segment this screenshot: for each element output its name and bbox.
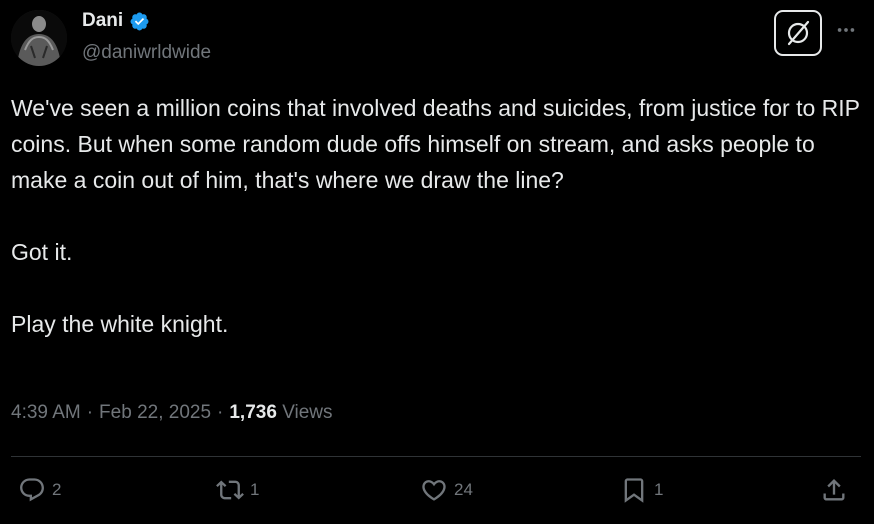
repost-icon [216, 480, 244, 500]
tweet-meta: 4:39 AM · Feb 22, 2025 · 1,736 Views [11, 402, 333, 424]
action-bar: 2 1 24 1 [0, 468, 874, 518]
heart-icon [422, 480, 446, 501]
like-count: 24 [454, 480, 473, 499]
like-button[interactable]: 24 [420, 476, 473, 504]
tweet-paragraph: We've seen a million coins that involved… [11, 95, 860, 193]
bookmark-count: 1 [654, 480, 664, 499]
avatar-image [11, 10, 67, 66]
repost-button[interactable]: 1 [216, 476, 259, 504]
tweet-date[interactable]: Feb 22, 2025 [99, 402, 211, 424]
tweet-time[interactable]: 4:39 AM [11, 402, 81, 424]
repost-count: 1 [250, 480, 260, 499]
grok-button[interactable] [774, 10, 822, 56]
grok-icon [787, 20, 810, 46]
avatar[interactable] [11, 10, 67, 66]
meta-separator: · [86, 402, 94, 423]
tweet-paragraph: Got it. [11, 239, 73, 265]
reply-icon [20, 478, 44, 502]
bookmark-icon [624, 478, 644, 503]
reply-count: 2 [52, 480, 62, 499]
tweet-container: Dani @daniwrldwide We've seen a million … [0, 0, 874, 524]
share-icon [823, 479, 845, 501]
views-label: Views [282, 402, 333, 423]
verified-badge-icon [129, 11, 150, 32]
share-button[interactable] [820, 476, 848, 504]
tweet-text: We've seen a million coins that involved… [11, 90, 866, 342]
author-handle[interactable]: @daniwrldwide [82, 42, 211, 64]
actions-divider [11, 456, 861, 457]
more-options-button[interactable] [830, 18, 862, 42]
bookmark-button[interactable]: 1 [620, 476, 663, 504]
meta-separator: · [217, 402, 224, 423]
more-dots-icon [837, 28, 855, 32]
views-group[interactable]: 1,736 Views [229, 402, 332, 424]
display-name[interactable]: Dani [82, 10, 123, 32]
tweet-paragraph: Play the white knight. [11, 311, 229, 337]
author-name-row[interactable]: Dani [82, 10, 150, 32]
reply-button[interactable]: 2 [18, 476, 61, 504]
views-count: 1,736 [229, 402, 277, 423]
